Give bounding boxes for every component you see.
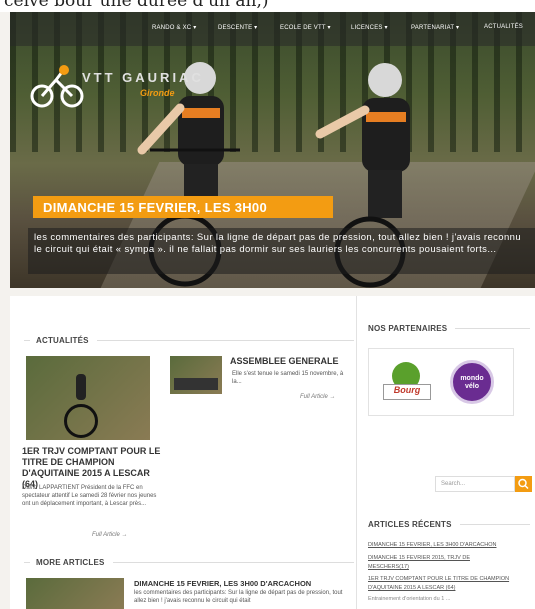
nav-licences[interactable]: LICENCES ▾ <box>351 24 388 31</box>
article-excerpt-arcachon: les commentaires des participants: Sur l… <box>134 590 343 604</box>
recent-article-link[interactable]: D'AQUITAINE 2015 A LESCAR (64) <box>368 585 455 591</box>
hero-slider[interactable]: RANDO & XC ▾ DESCENTE ▾ ECOLE DE VTT ▾ L… <box>10 12 535 288</box>
recent-article-link[interactable]: 1ER TRJV COMPTANT POUR LE TITRE DE CHAMP… <box>368 576 509 582</box>
partner-logo-bourg[interactable]: Bourg <box>383 362 433 406</box>
sidebar-divider <box>356 296 357 609</box>
article-title-assemblee[interactable]: ASSEMBLEE GENERALE <box>230 356 350 367</box>
site-logo-text[interactable]: VTT GAURIAC <box>82 70 204 85</box>
clipped-top-text: ceive bour une duree d'un an,) <box>0 0 535 12</box>
full-article-link-trjv[interactable]: Full Article → <box>92 532 127 538</box>
search-button[interactable] <box>515 476 532 492</box>
nav-ecole-de-vtt[interactable]: ECOLE DE VTT ▾ <box>280 24 331 31</box>
recent-article-link[interactable]: DIMANCHE 15 FEVRIER 2015, TRJV DE <box>368 555 470 561</box>
site-logo-subtitle: Gironde <box>140 88 175 98</box>
hero-excerpt: les commentaires des participants: Sur l… <box>28 228 535 274</box>
section-heading-more-articles: MORE ARTICLES <box>24 558 354 567</box>
section-heading-articles-recents: ARTICLES RÉCENTS <box>368 520 530 529</box>
article-title-arcachon[interactable]: DIMANCHE 15 FEVRIER, LES 3H00 D'ARCACHON <box>134 578 354 589</box>
nav-partenariat[interactable]: PARTENARIAT ▾ <box>411 24 459 31</box>
section-heading-actualites: ACTUALITÉS <box>24 336 354 345</box>
article-excerpt-assemblee: Elle s'est tenue le samedi 15 novembre, … <box>232 371 344 385</box>
recent-article-link[interactable]: MESCHERS(17) <box>368 564 409 570</box>
site-logo-cyclist-icon[interactable] <box>28 62 90 108</box>
article-thumbnail-assemblee[interactable] <box>170 356 222 394</box>
article-excerpt-trjv: David LAPPARTIENT Président de la FFC en… <box>22 485 157 507</box>
full-article-link-assemblee[interactable]: Full Article → <box>300 394 335 400</box>
article-thumbnail-arcachon[interactable] <box>26 578 124 609</box>
nav-actualites[interactable]: ACTUALITÉS <box>484 24 523 30</box>
search-icon <box>518 478 529 490</box>
nav-descente[interactable]: DESCENTE ▾ <box>218 24 257 31</box>
recent-article-link[interactable]: Entrainement d'orientation du 1 ... <box>368 596 450 602</box>
hero-title[interactable]: DIMANCHE 15 FEVRIER, LES 3H00 <box>33 196 333 218</box>
section-heading-partenaires: NOS PARTENAIRES <box>368 324 530 333</box>
partner-label-bourg: Bourg <box>383 384 431 400</box>
partner-logo-mondovelo[interactable]: mondo vélo <box>450 360 494 404</box>
main-content: ACTUALITÉS 1ER TRJV COMPTANT POUR LE TIT… <box>10 296 535 609</box>
nav-rando-xc[interactable]: RANDO & XC ▾ <box>152 24 196 31</box>
partner-label-mondovelo: mondo vélo <box>460 375 484 390</box>
search-input[interactable]: Search... <box>435 476 515 492</box>
article-thumbnail-trjv[interactable] <box>26 356 150 440</box>
recent-article-link[interactable]: DIMANCHE 15 FEVRIER, LES 3H00 D'ARCACHON <box>368 542 497 548</box>
